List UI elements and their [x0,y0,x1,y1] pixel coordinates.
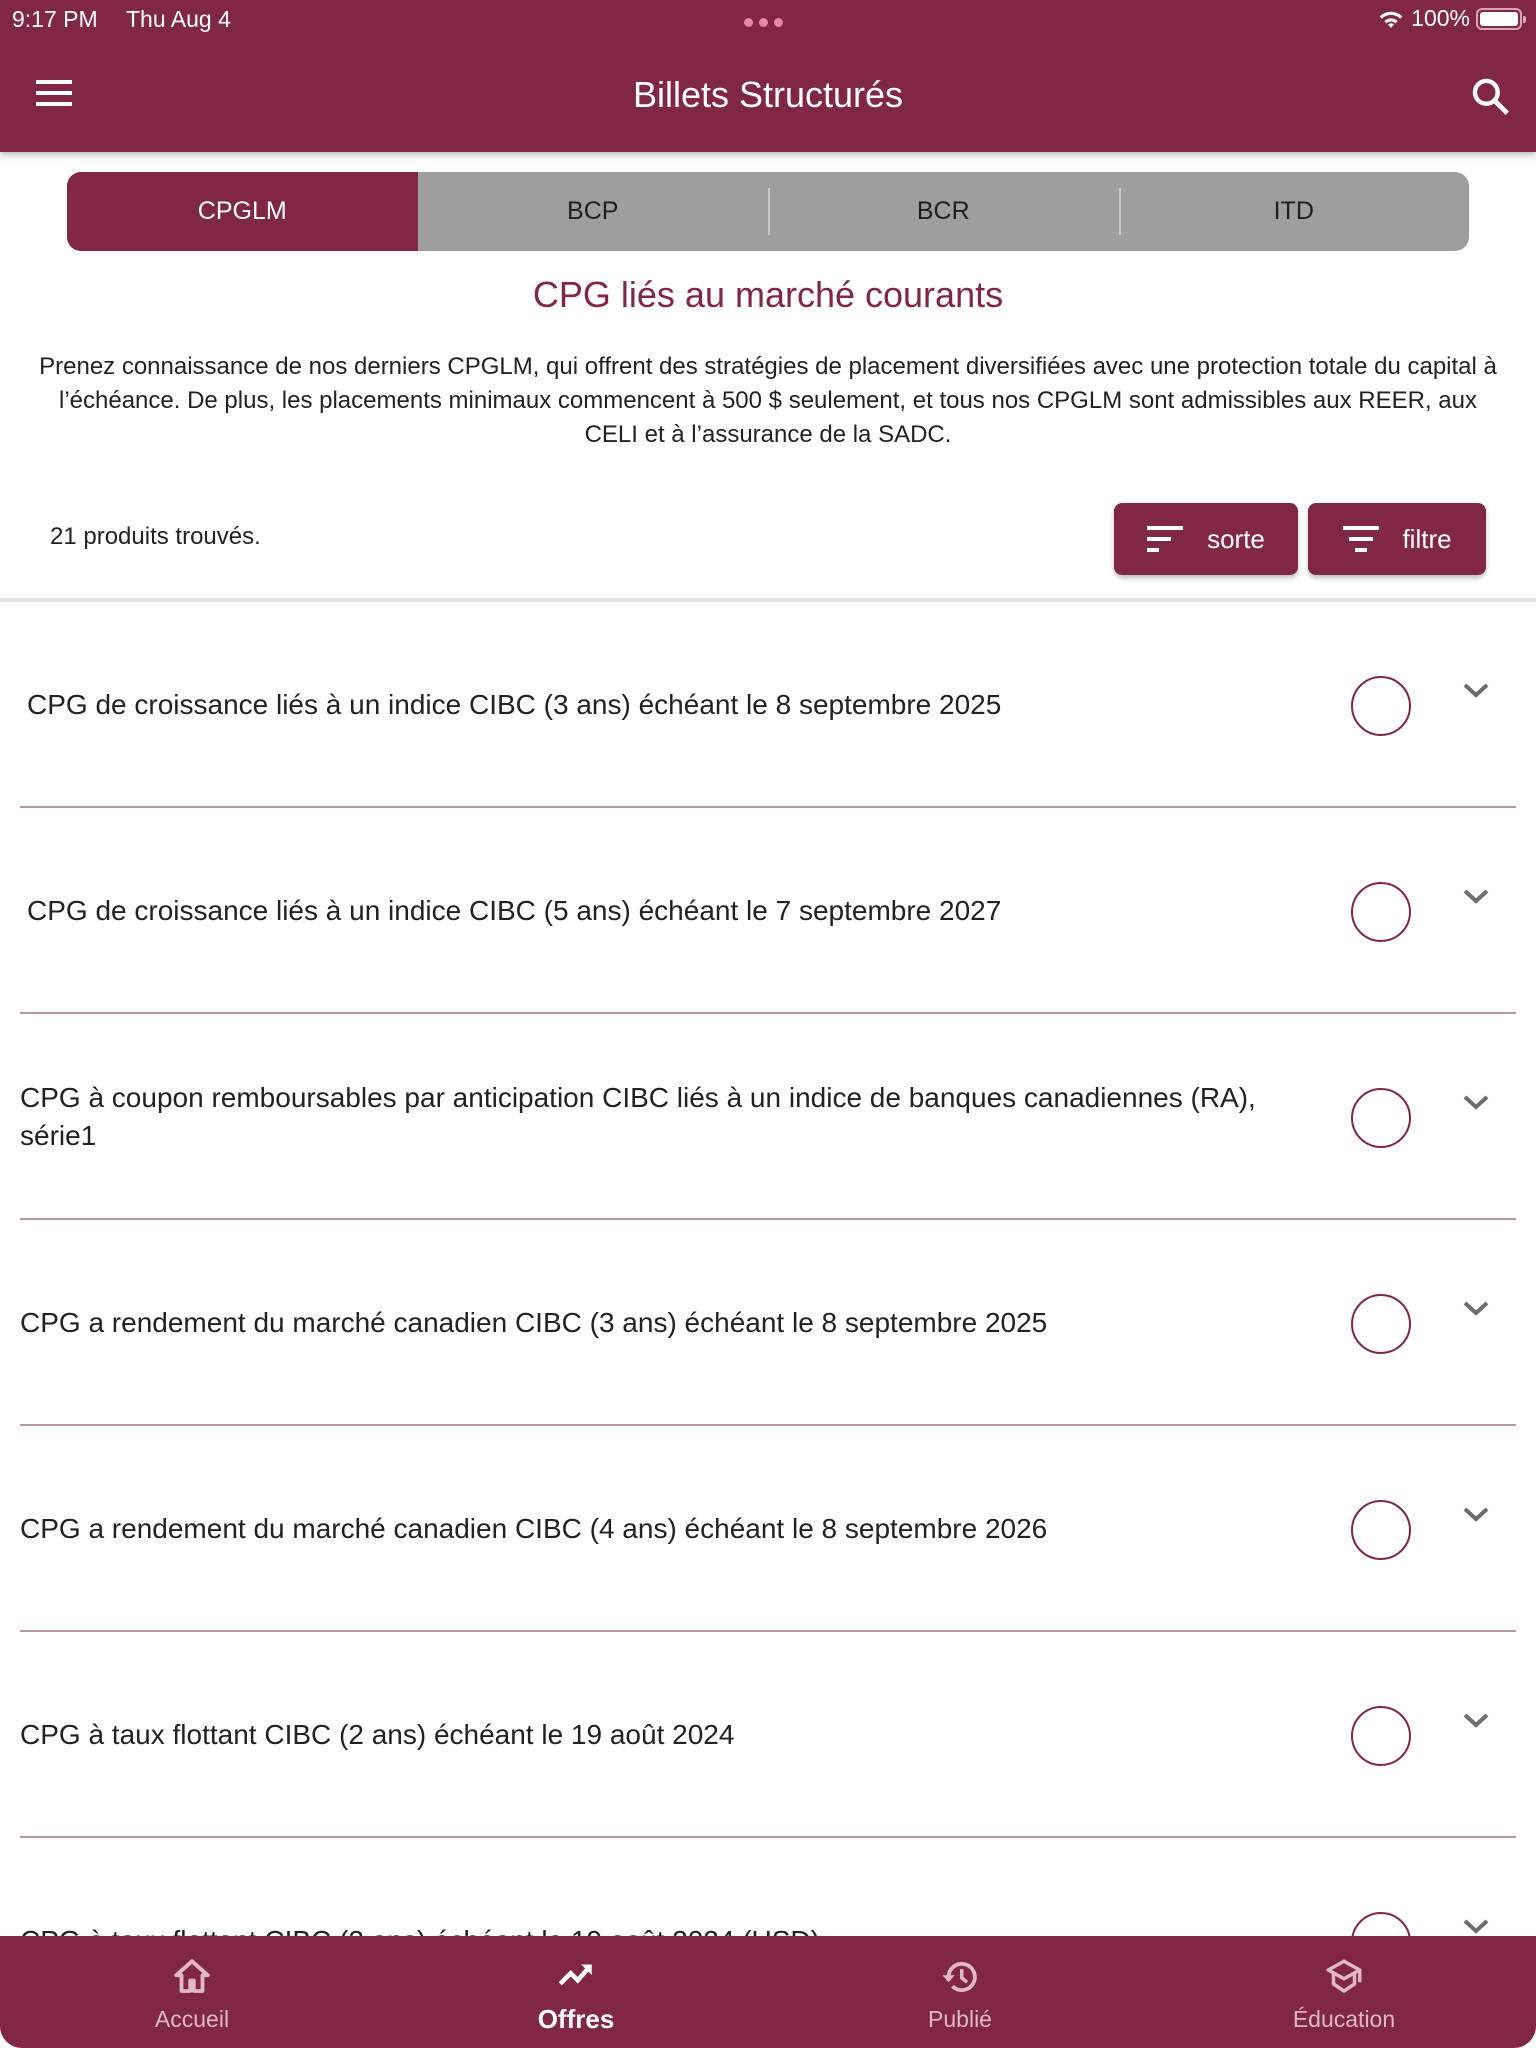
nav-label: Offres [537,2003,615,2034]
results-count: 21 produits trouvés. [50,523,261,550]
top-app-bar: 9:17 PM Thu Aug 4 100% Billets Structuré… [0,0,1536,152]
battery-percent: 100% [1411,5,1470,31]
filter-label: filtre [1402,523,1452,554]
tab-bcr[interactable]: BCR [768,172,1119,251]
tab-itd[interactable]: ITD [1118,172,1470,251]
app-root: 9:17 PM Thu Aug 4 100% Billets Structuré… [0,0,1536,2048]
chevron-down-icon[interactable] [1462,1918,1490,1936]
tab-bcp[interactable]: BCP [418,172,769,251]
product-title[interactable]: CPG de croissance liés à un indice CIBC … [27,602,1337,808]
product-title[interactable]: CPG a rendement du marché canadien CIBC … [20,1220,1330,1426]
sort-button[interactable]: sorte [1114,503,1298,575]
tab-cpglm[interactable]: CPGLM [67,172,418,251]
status-indicators: 100% [1377,5,1526,32]
select-radio[interactable] [1351,1088,1411,1148]
chevron-down-icon[interactable] [1462,1712,1490,1730]
section-title: CPG liés au marché courants [532,274,1004,315]
product-list-item[interactable]: CPG de croissance liés à un indice CIBC … [0,808,1536,1014]
home-icon [174,1958,210,1993]
trending-up-icon [558,1964,592,1985]
battery-icon [1476,7,1526,30]
nav-education[interactable]: Éducation [1152,1936,1536,2048]
status-date: Thu Aug 4 [126,6,231,32]
product-list-item[interactable]: CPG à coupon remboursables par anticipat… [0,1014,1536,1220]
bottom-navigation: Accueil Offres Publié Éducation [0,1936,1536,2048]
history-icon [942,1961,977,1992]
product-title[interactable]: CPG de croissance liés à un indice CIBC … [27,808,1337,1014]
nav-label: Accueil [154,2005,230,2032]
section-intro: Prenez connaissance de nos derniers CPGL… [39,353,1497,448]
product-list: CPG de croissance liés à un indice CIBC … [0,602,1536,2044]
filter-icon [1343,526,1380,552]
chevron-down-icon[interactable] [1462,1300,1490,1318]
select-radio[interactable] [1351,882,1411,942]
multitasking-dots-icon[interactable] [744,18,783,27]
sort-label: sorte [1207,523,1265,554]
page-title: Billets Structurés [632,74,904,115]
wifi-icon [1379,11,1403,28]
chevron-down-icon[interactable] [1462,888,1490,906]
select-radio[interactable] [1351,676,1411,736]
search-icon [1472,78,1509,115]
product-title[interactable]: CPG a rendement du marché canadien CIBC … [20,1426,1330,1632]
product-list-item[interactable]: CPG de croissance liés à un indice CIBC … [0,602,1536,808]
nav-label: Publié [928,2005,992,2032]
product-list-item[interactable]: CPG a rendement du marché canadien CIBC … [0,1220,1536,1426]
status-bar: 9:17 PM Thu Aug 4 100% [0,0,1536,40]
chevron-down-icon[interactable] [1462,682,1490,700]
select-radio[interactable] [1351,1294,1411,1354]
product-type-tabs: CPGLM BCP BCR ITD [67,172,1469,251]
status-time: 9:17 PM [12,6,98,32]
nav-accueil[interactable]: Accueil [0,1936,384,2048]
product-list-item[interactable]: CPG a rendement du marché canadien CIBC … [0,1426,1536,1632]
product-title[interactable]: CPG à coupon remboursables par anticipat… [20,1014,1330,1220]
nav-offres[interactable]: Offres [384,1936,768,2048]
product-list-item[interactable]: CPG à taux flottant CIBC (2 ans) échéant… [0,1632,1536,1838]
select-radio[interactable] [1351,1706,1411,1766]
select-radio[interactable] [1351,1500,1411,1560]
product-title[interactable]: CPG à taux flottant CIBC (2 ans) échéant… [20,1632,1330,1838]
graduation-cap-icon [1326,1959,1362,1993]
search-button[interactable] [1468,74,1512,118]
nav-publie[interactable]: Publié [768,1936,1152,2048]
filter-button[interactable]: filtre [1308,503,1486,575]
chevron-down-icon[interactable] [1462,1094,1490,1112]
chevron-down-icon[interactable] [1462,1506,1490,1524]
sort-icon [1147,526,1184,552]
nav-label: Éducation [1292,2005,1396,2032]
